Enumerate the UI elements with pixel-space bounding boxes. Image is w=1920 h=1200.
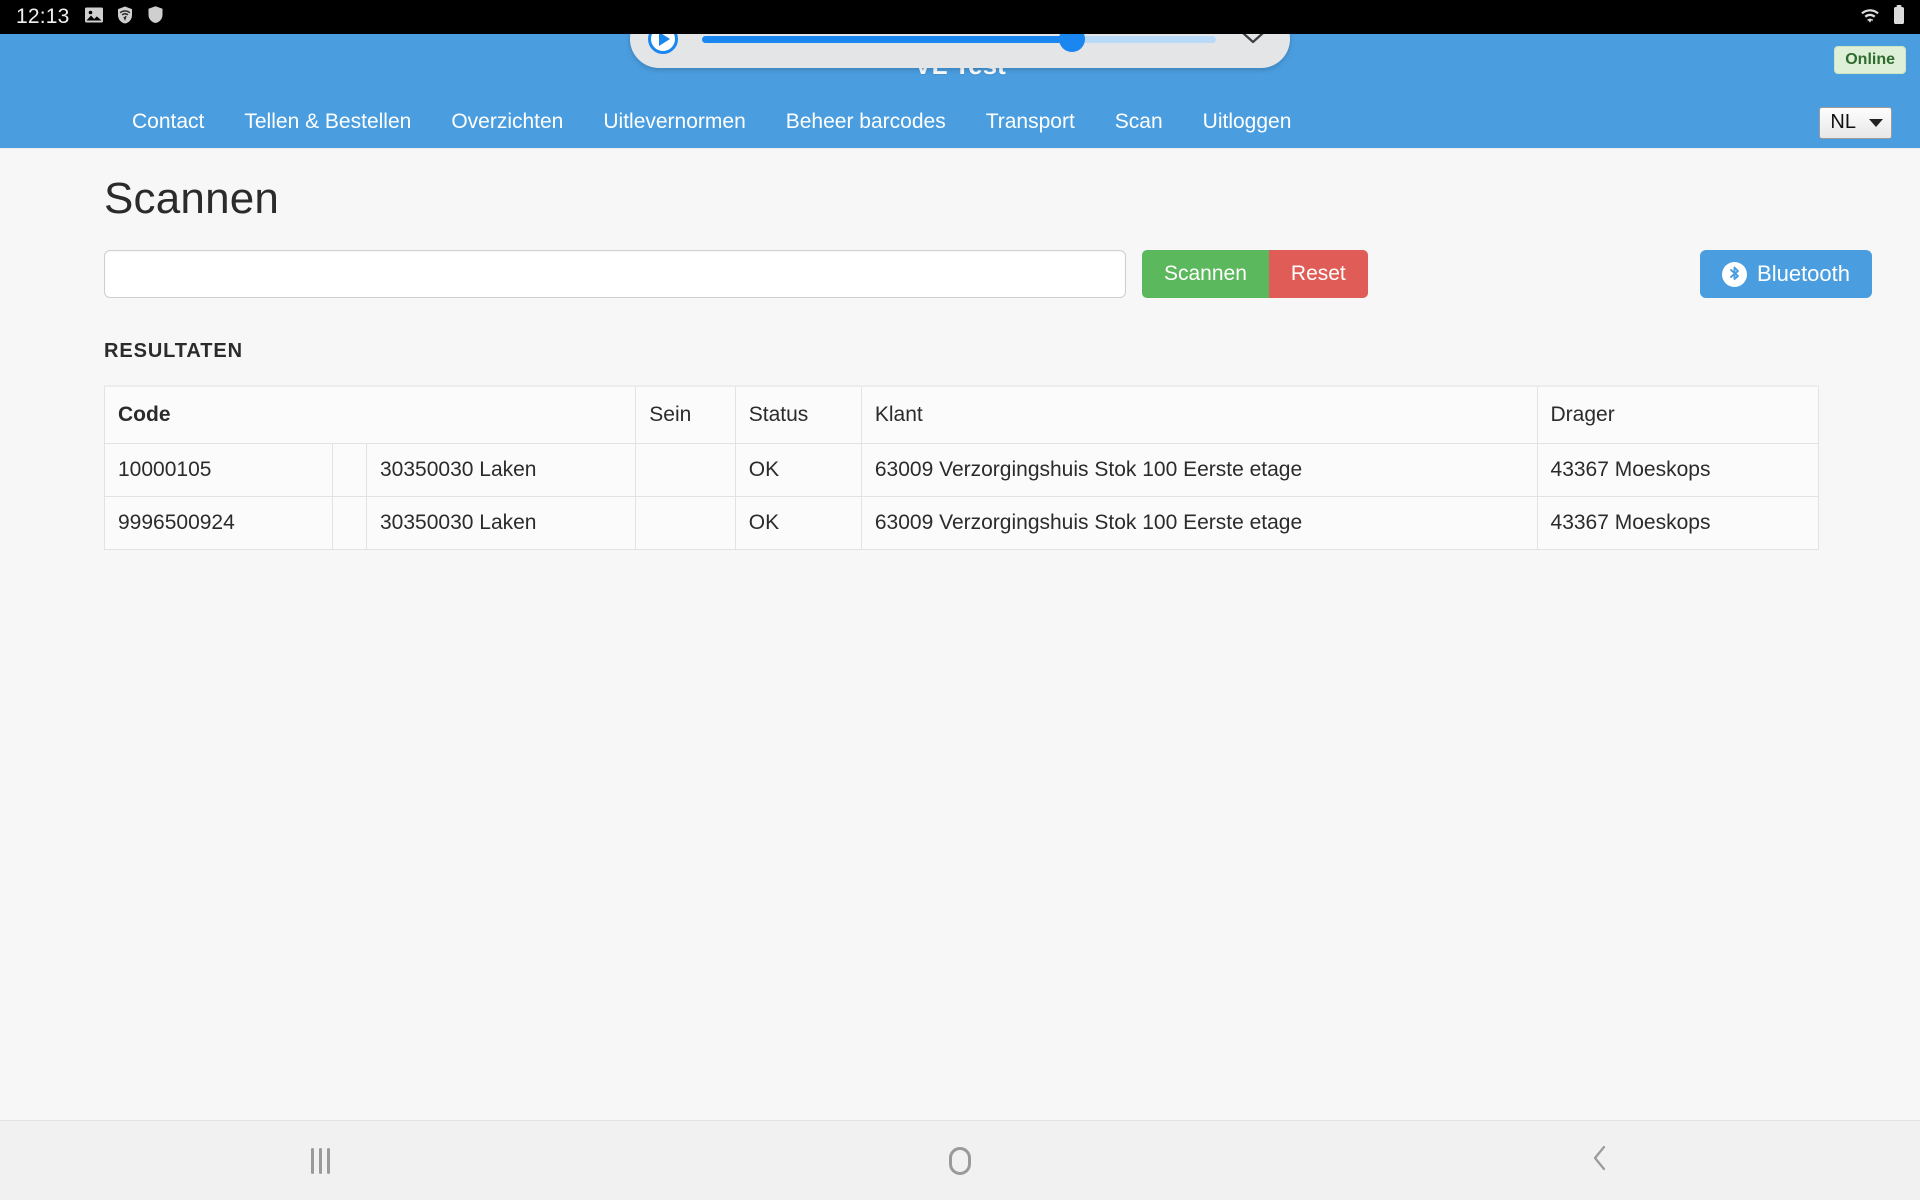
status-bar-clock: 12:13 xyxy=(16,5,70,28)
status-badge: Online xyxy=(1834,46,1906,74)
column-header-status[interactable]: Status xyxy=(734,385,862,444)
recents-icon xyxy=(310,1147,330,1174)
cell-blank xyxy=(332,443,367,497)
results-table-body: 10000105 30350030 Laken OK 63009 Verzorg… xyxy=(103,443,1820,550)
back-button[interactable] xyxy=(1280,1143,1920,1178)
table-row[interactable]: 9996500924 30350030 Laken OK 63009 Verzo… xyxy=(103,496,1820,550)
scan-button-group: Scannen Reset xyxy=(1142,250,1368,298)
cell-drager: 43367 Moeskops xyxy=(1536,496,1820,550)
nav-item-overzichten[interactable]: Overzichten xyxy=(431,96,583,148)
nav-item-scan[interactable]: Scan xyxy=(1095,96,1183,148)
page-title: Scannen xyxy=(104,174,280,223)
cell-blank xyxy=(332,496,367,550)
android-status-bar: 12:13 xyxy=(0,0,1920,34)
recents-button[interactable] xyxy=(0,1147,640,1174)
wifi-shield-icon xyxy=(115,5,135,30)
status-bar-system-icons xyxy=(1857,4,1906,31)
column-header-klant[interactable]: Klant xyxy=(860,385,1538,444)
android-navigation-bar xyxy=(0,1120,1920,1200)
chevron-down-icon xyxy=(1869,118,1883,127)
results-table: Code Sein Status Klant Drager 10000105 3… xyxy=(103,385,1820,550)
nav-item-contact[interactable]: Contact xyxy=(112,96,224,148)
nav-item-uitlevernormen[interactable]: Uitlevernormen xyxy=(583,96,765,148)
main-navigation: Contact Tellen & Bestellen Overzichten U… xyxy=(0,96,1920,148)
bluetooth-button-label: Bluetooth xyxy=(1757,261,1850,286)
cell-status: OK xyxy=(734,443,862,497)
scan-input[interactable] xyxy=(104,250,1126,298)
results-table-head: Code Sein Status Klant Drager xyxy=(103,385,1820,444)
column-header-drager[interactable]: Drager xyxy=(1536,385,1820,444)
home-icon xyxy=(949,1146,971,1175)
slider-fill xyxy=(702,35,1073,43)
cell-status: OK xyxy=(734,496,862,550)
image-icon xyxy=(84,5,104,30)
results-heading: RESULTATEN xyxy=(104,340,243,362)
cell-klant: 63009 Verzorgingshuis Stok 100 Eerste et… xyxy=(860,496,1538,550)
cell-artikel: 30350030 Laken xyxy=(365,443,637,497)
bluetooth-button[interactable]: Bluetooth xyxy=(1700,250,1872,298)
shield-icon xyxy=(146,5,165,30)
nav-item-beheer-barcodes[interactable]: Beheer barcodes xyxy=(766,96,966,148)
back-icon xyxy=(1589,1143,1611,1178)
nav-item-transport[interactable]: Transport xyxy=(966,96,1095,148)
cell-sein xyxy=(635,443,736,497)
column-header-sein[interactable]: Sein xyxy=(635,385,736,444)
column-header-code[interactable]: Code xyxy=(103,385,637,444)
cell-klant: 63009 Verzorgingshuis Stok 100 Eerste et… xyxy=(860,443,1538,497)
reset-button[interactable]: Reset xyxy=(1268,250,1368,298)
nav-item-tellen-bestellen[interactable]: Tellen & Bestellen xyxy=(224,96,431,148)
language-select-value: NL xyxy=(1830,111,1856,133)
cell-drager: 43367 Moeskops xyxy=(1536,443,1820,497)
cell-sein xyxy=(635,496,736,550)
bluetooth-icon xyxy=(1722,261,1748,287)
nav-item-uitloggen[interactable]: Uitloggen xyxy=(1183,96,1312,148)
cell-code: 10000105 xyxy=(103,443,334,497)
status-bar-notification-icons xyxy=(84,5,165,30)
language-select[interactable]: NL xyxy=(1819,107,1892,139)
table-header-row: Code Sein Status Klant Drager xyxy=(103,385,1820,444)
table-row[interactable]: 10000105 30350030 Laken OK 63009 Verzorg… xyxy=(103,443,1820,497)
home-button[interactable] xyxy=(640,1146,1280,1175)
wifi-icon xyxy=(1857,5,1883,30)
cell-code: 9996500924 xyxy=(103,496,334,550)
scan-controls-row: Scannen Reset Bluetooth xyxy=(104,250,1872,298)
battery-icon xyxy=(1892,4,1906,31)
cell-artikel: 30350030 Laken xyxy=(365,496,637,550)
page-content: Scannen Scannen Reset Bluetooth RESULTAT… xyxy=(0,148,1920,1120)
scan-button[interactable]: Scannen xyxy=(1142,250,1269,298)
